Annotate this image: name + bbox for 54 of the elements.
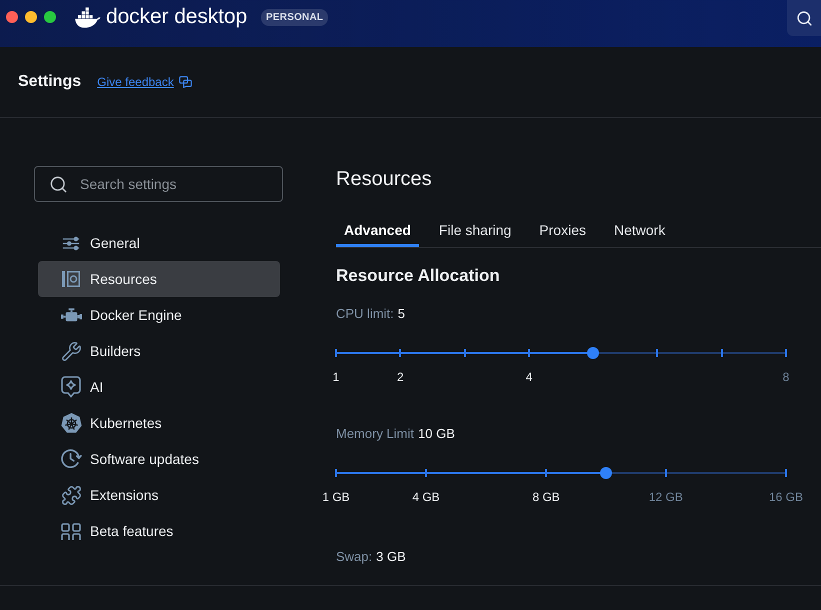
puzzle-icon bbox=[60, 484, 82, 506]
helm-wheel-icon bbox=[60, 413, 82, 433]
feedback-link[interactable]: Give feedback bbox=[97, 75, 192, 89]
search-icon bbox=[796, 10, 813, 26]
nav-item[interactable]: Software updates bbox=[38, 441, 280, 477]
nav-item[interactable]: Resources bbox=[38, 261, 280, 297]
nav-item[interactable]: Docker Engine bbox=[38, 297, 280, 333]
wrench-icon bbox=[60, 340, 82, 362]
tick-label: 1 bbox=[332, 369, 340, 385]
search-button[interactable] bbox=[787, 0, 821, 36]
tab[interactable]: Network bbox=[606, 211, 674, 247]
section-title: Resources bbox=[336, 167, 433, 191]
tick-label: 8 GB bbox=[532, 489, 560, 505]
clock-icon bbox=[60, 449, 82, 469]
nav-item[interactable]: Beta features bbox=[38, 513, 280, 549]
chat-bubbles-icon bbox=[178, 76, 192, 88]
tick-label: 1 GB bbox=[322, 489, 350, 505]
tab[interactable]: Advanced bbox=[336, 211, 419, 247]
logo-text: docker desktop bbox=[106, 5, 248, 29]
slider-thumb[interactable] bbox=[586, 347, 599, 359]
slider-value: 10 GB bbox=[418, 425, 455, 443]
nav-item[interactable]: Extensions bbox=[38, 477, 280, 513]
grid-icon bbox=[61, 522, 81, 540]
nav-item[interactable]: General bbox=[38, 225, 280, 261]
tick-label: 4 GB bbox=[412, 489, 440, 505]
minimize-button[interactable] bbox=[25, 11, 37, 23]
tick-label: 8 bbox=[782, 369, 790, 385]
swap-label: Swap: bbox=[336, 548, 372, 566]
tick-label: 16 GB bbox=[768, 489, 804, 505]
slider-label: CPU limit: bbox=[336, 305, 394, 323]
engine-icon bbox=[60, 308, 82, 322]
slider-label: Memory Limit bbox=[336, 425, 414, 443]
sparkle-bubble-icon bbox=[61, 376, 81, 398]
plan-badge: PERSONAL bbox=[261, 8, 328, 26]
tab[interactable]: Proxies bbox=[531, 211, 594, 247]
nav-item[interactable]: Kubernetes bbox=[38, 405, 280, 441]
tick-label: 4 bbox=[526, 369, 532, 385]
sliders-icon bbox=[62, 236, 80, 250]
storage-icon bbox=[61, 270, 81, 288]
page-title: Settings bbox=[18, 73, 82, 91]
tick-label: 12 GB bbox=[648, 489, 683, 505]
nav-item[interactable]: AI bbox=[38, 369, 280, 405]
slider-thumb[interactable] bbox=[600, 467, 612, 479]
search-field[interactable]: Search settings bbox=[34, 166, 283, 202]
tab[interactable]: File sharing bbox=[430, 211, 520, 247]
nav-item[interactable]: Builders bbox=[38, 333, 280, 369]
whale-icon bbox=[74, 6, 101, 28]
tick-label: 2 bbox=[397, 369, 404, 385]
maximize-button[interactable] bbox=[44, 11, 56, 23]
slider-value: 5 bbox=[398, 305, 406, 323]
subsection-title: Resource Allocation bbox=[336, 265, 501, 287]
close-button[interactable] bbox=[6, 11, 18, 23]
swap-value: 3 GB bbox=[376, 548, 406, 566]
search-icon bbox=[49, 175, 68, 194]
